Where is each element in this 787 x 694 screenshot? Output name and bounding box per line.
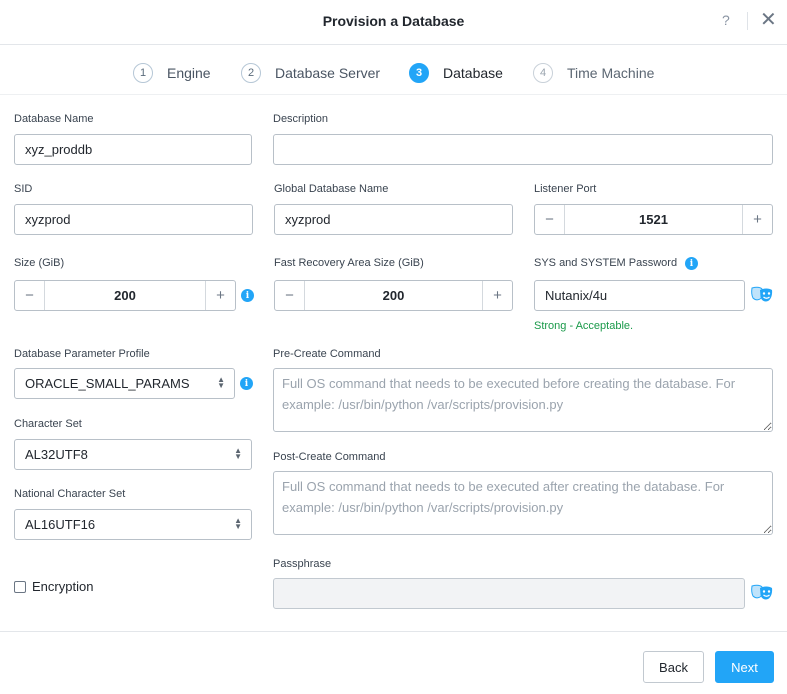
selected-value: ORACLE_SMALL_PARAMS <box>25 376 190 391</box>
close-icon[interactable]: ✕ <box>760 7 777 32</box>
selected-value: AL32UTF8 <box>25 447 88 462</box>
fra-size-stepper: − 200 + <box>274 280 513 311</box>
step-database[interactable]: 3 Database <box>409 63 503 83</box>
sid-input[interactable] <box>14 204 253 235</box>
fra-size-value[interactable]: 200 <box>305 281 482 310</box>
step-number: 4 <box>533 63 553 83</box>
size-stepper: − 200 + <box>14 280 236 311</box>
show-passphrase-icon[interactable] <box>750 583 774 603</box>
step-database-server[interactable]: 2 Database Server <box>241 63 380 83</box>
sid-label: SID <box>14 183 33 195</box>
select-arrows-icon: ▲ ▼ <box>234 516 242 531</box>
help-icon[interactable]: ? <box>722 12 730 28</box>
global-database-name-input[interactable] <box>274 204 513 235</box>
step-label: Database Server <box>275 65 381 81</box>
info-icon[interactable]: i <box>685 257 698 270</box>
step-label: Database <box>443 65 503 81</box>
listener-port-label: Listener Port <box>534 183 597 195</box>
step-number: 1 <box>133 63 153 83</box>
decrement-button[interactable]: − <box>15 281 45 310</box>
step-label: Engine <box>167 65 211 81</box>
step-number: 2 <box>241 63 261 83</box>
encryption-label: Encryption <box>32 579 94 594</box>
encryption-checkbox[interactable]: Encryption <box>14 579 93 594</box>
national-character-set-label: National Character Set <box>14 488 126 500</box>
info-icon[interactable]: i <box>241 289 254 302</box>
selected-value: AL16UTF16 <box>25 517 96 532</box>
sys-password-input[interactable] <box>534 280 745 311</box>
step-time-machine[interactable]: 4 Time Machine <box>533 63 654 83</box>
show-password-icon[interactable] <box>750 285 774 305</box>
size-value[interactable]: 200 <box>45 281 205 310</box>
decrement-button[interactable]: − <box>535 205 565 234</box>
listener-port-value[interactable]: 1521 <box>565 205 742 234</box>
dialog-footer: Back Next <box>0 631 787 694</box>
checkbox-box[interactable] <box>14 580 26 593</box>
character-set-label: Character Set <box>14 418 82 430</box>
next-button[interactable]: Next <box>715 651 774 683</box>
database-name-label: Database Name <box>14 113 94 125</box>
step-engine[interactable]: 1 Engine <box>133 63 211 83</box>
info-icon[interactable]: i <box>240 377 253 390</box>
header-divider <box>747 12 748 30</box>
password-strength-text: Strong - Acceptable. <box>534 320 634 332</box>
size-label: Size (GiB) <box>14 257 65 269</box>
passphrase-label: Passphrase <box>273 558 332 570</box>
fra-size-label: Fast Recovery Area Size (GiB) <box>274 257 424 269</box>
sys-password-label: SYS and SYSTEM Password <box>534 257 678 269</box>
parameter-profile-select[interactable]: ORACLE_SMALL_PARAMS ▲ ▼ <box>14 368 235 399</box>
parameter-profile-label: Database Parameter Profile <box>14 348 150 360</box>
increment-button[interactable]: + <box>742 205 772 234</box>
database-name-input[interactable] <box>14 134 252 165</box>
post-create-textarea[interactable] <box>273 471 773 535</box>
passphrase-input <box>273 578 745 609</box>
step-label: Time Machine <box>567 65 655 81</box>
back-button[interactable]: Back <box>643 651 704 683</box>
global-database-name-label: Global Database Name <box>274 183 389 195</box>
select-arrows-icon: ▲ ▼ <box>234 446 242 461</box>
post-create-label: Post-Create Command <box>273 451 386 463</box>
character-set-select[interactable]: AL32UTF8 ▲ ▼ <box>14 439 252 470</box>
national-character-set-select[interactable]: AL16UTF16 ▲ ▼ <box>14 509 252 540</box>
dialog-header: Provision a Database ? ✕ <box>0 0 787 45</box>
wizard-stepper: 1 Engine 2 Database Server 3 Database 4 … <box>0 45 787 95</box>
increment-button[interactable]: + <box>205 281 235 310</box>
pre-create-label: Pre-Create Command <box>273 348 381 360</box>
dialog-title: Provision a Database <box>322 13 465 29</box>
description-label: Description <box>273 113 329 125</box>
increment-button[interactable]: + <box>482 281 512 310</box>
listener-port-stepper: − 1521 + <box>534 204 773 235</box>
step-number: 3 <box>409 63 429 83</box>
select-arrows-icon: ▲ ▼ <box>217 375 225 390</box>
decrement-button[interactable]: − <box>275 281 305 310</box>
pre-create-textarea[interactable] <box>273 368 773 432</box>
description-input[interactable] <box>273 134 773 165</box>
